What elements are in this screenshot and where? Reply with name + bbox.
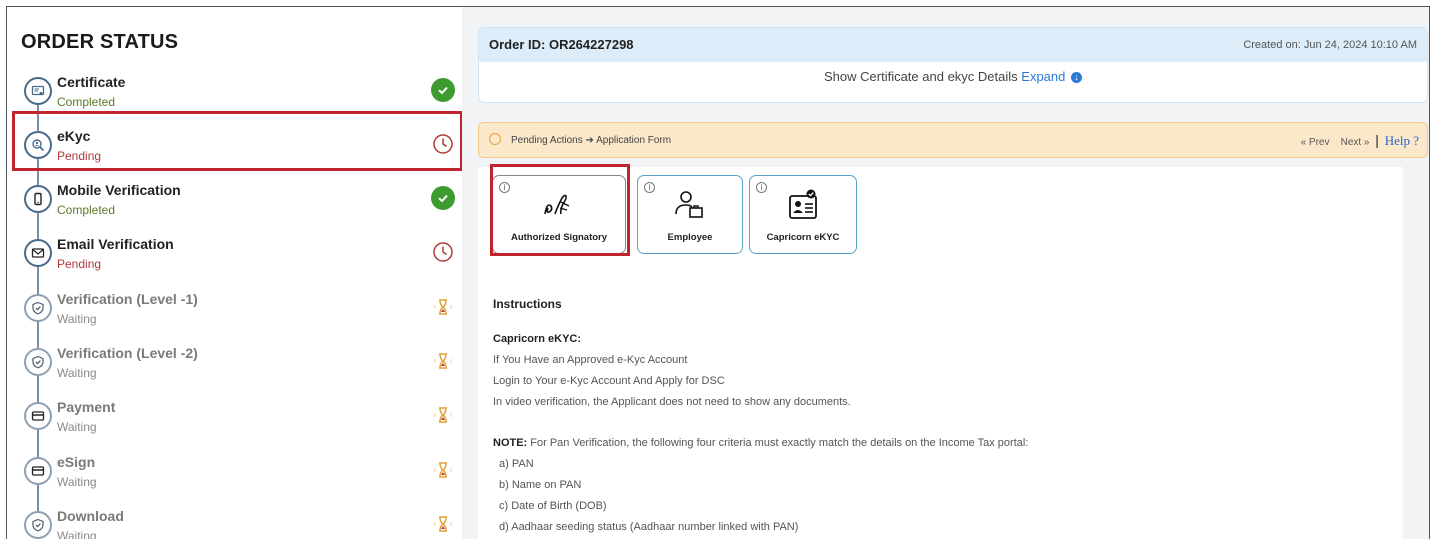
- step-status: Waiting: [57, 312, 97, 326]
- next-button[interactable]: Next »: [1341, 137, 1370, 148]
- certificate-icon: [24, 77, 52, 105]
- instructions-section-title: Capricorn eKYC:: [493, 333, 582, 345]
- instruction-line: If You Have an Approved e-Kyc Account: [493, 354, 688, 366]
- id-card-icon: [750, 188, 856, 224]
- step-status: Pending: [57, 257, 102, 271]
- note-text: For Pan Verification, the following four…: [527, 437, 1029, 449]
- nav-separator: |: [1375, 132, 1379, 148]
- instruction-line: In video verification, the Applicant doe…: [493, 396, 851, 408]
- step-label: eSign: [57, 454, 96, 470]
- authorized-signatory-highlight-box: [490, 164, 630, 256]
- step-label: Payment: [57, 399, 116, 415]
- employee-icon: [638, 188, 742, 224]
- tile-label: Employee: [667, 232, 713, 243]
- tile-capricorn-ekyc[interactable]: i Capricorn eKYC: [749, 175, 857, 254]
- order-created-date: Created on: Jun 24, 2024 10:10 AM: [1243, 39, 1417, 51]
- expand-link[interactable]: Expand: [1021, 69, 1065, 84]
- chevron-down-circle-icon[interactable]: ↓: [1071, 72, 1082, 84]
- pagination-nav: « Prev Next » | Help ?: [1301, 132, 1419, 149]
- step-verification-level-1[interactable]: Verification (Level -1) Waiting: [7, 284, 462, 338]
- mail-icon: [24, 239, 52, 267]
- step-status: Waiting: [57, 420, 97, 434]
- check-circle-icon: [431, 78, 455, 102]
- mobile-icon: [24, 185, 52, 213]
- step-label: Mobile Verification: [57, 182, 181, 198]
- hourglass-icon: [431, 403, 455, 427]
- step-status: Completed: [57, 203, 116, 217]
- tile-employee[interactable]: i Employee: [637, 175, 743, 254]
- pending-actions-bar: Pending Actions ➔ Application Form « Pre…: [478, 122, 1428, 158]
- step-label: Download: [57, 508, 124, 524]
- instructions-title: Instructions: [493, 297, 562, 311]
- note-line: NOTE: For Pan Verification, the followin…: [493, 437, 1028, 449]
- breadcrumb: Pending Actions ➔ Application Form: [511, 135, 672, 146]
- step-label: Verification (Level -1): [57, 291, 198, 307]
- order-id: Order ID: OR264227298: [489, 37, 634, 52]
- clock-icon: [431, 240, 455, 264]
- card-icon: [24, 402, 52, 430]
- shield-check-icon: [24, 294, 52, 322]
- expand-details-row: Show Certificate and ekyc Details Expand…: [479, 69, 1427, 84]
- criteria-item: a) PAN: [499, 458, 534, 470]
- criteria-item: b) Name on PAN: [499, 479, 582, 491]
- main-content: Order ID: OR264227298 Created on: Jun 24…: [462, 7, 1429, 539]
- hourglass-icon: [431, 458, 455, 482]
- step-download[interactable]: Download Waiting: [7, 501, 462, 539]
- card-icon: [24, 457, 52, 485]
- step-payment[interactable]: Payment Waiting: [7, 392, 462, 446]
- instruction-line: Login to Your e-Kyc Account And Apply fo…: [493, 375, 725, 387]
- step-esign[interactable]: eSign Waiting: [7, 447, 462, 501]
- prev-button[interactable]: « Prev: [1301, 137, 1330, 148]
- criteria-item: d) Aadhaar seeding status (Aadhaar numbe…: [499, 521, 799, 533]
- ekyc-highlight-box: [12, 111, 463, 171]
- step-verification-level-2[interactable]: Verification (Level -2) Waiting: [7, 338, 462, 392]
- sidebar-title: ORDER STATUS: [21, 31, 179, 53]
- expand-details-text: Show Certificate and ekyc Details: [824, 69, 1018, 84]
- shield-check-icon: [24, 511, 52, 539]
- hourglass-icon: [431, 349, 455, 373]
- order-card: Order ID: OR264227298 Created on: Jun 24…: [478, 27, 1428, 103]
- hourglass-icon: [431, 295, 455, 319]
- step-label: Certificate: [57, 74, 126, 90]
- pending-icon: [489, 133, 501, 145]
- note-label: NOTE:: [493, 437, 528, 449]
- order-header: Order ID: OR264227298 Created on: Jun 24…: [479, 28, 1427, 62]
- order-status-sidebar: ORDER STATUS Certificate Completed eKyc …: [7, 7, 463, 539]
- check-circle-icon: [431, 186, 455, 210]
- step-label: Email Verification: [57, 236, 174, 252]
- tile-label: Capricorn eKYC: [766, 232, 840, 243]
- step-status: Waiting: [57, 475, 97, 489]
- step-label: Verification (Level -2): [57, 345, 198, 361]
- step-status: Waiting: [57, 529, 97, 539]
- criteria-item: c) Date of Birth (DOB): [499, 500, 607, 512]
- shield-check-icon: [24, 348, 52, 376]
- step-status: Completed: [57, 95, 116, 109]
- help-link[interactable]: Help ?: [1385, 133, 1419, 148]
- step-status: Waiting: [57, 366, 97, 380]
- step-mobile-verification[interactable]: Mobile Verification Completed: [7, 175, 462, 229]
- step-email-verification[interactable]: Email Verification Pending: [7, 229, 462, 283]
- hourglass-icon: [431, 512, 455, 536]
